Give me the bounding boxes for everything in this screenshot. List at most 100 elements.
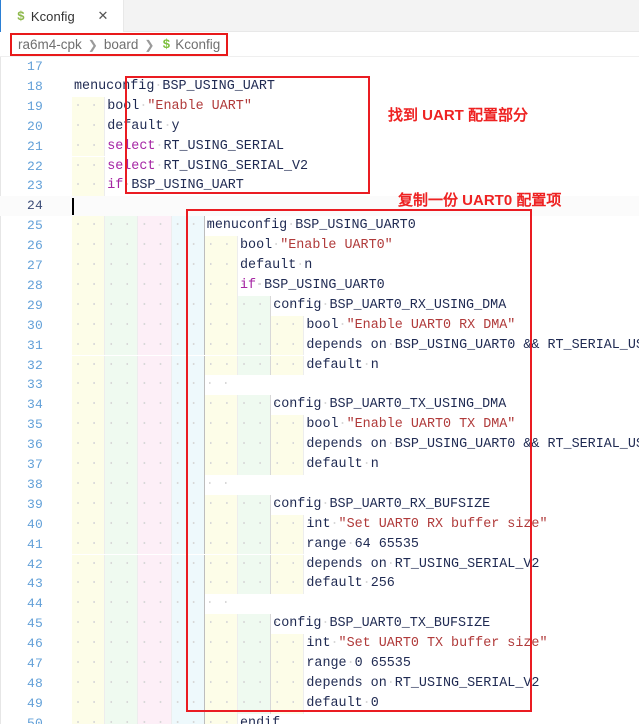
indent-guide-band: · · · · [138,395,171,415]
code-line[interactable]: 30· · · ·· · · ·· · · ·· · · ·· · · ·· ·… [0,316,639,336]
code-token: · [363,696,371,711]
indent-guide-band: · · · · [138,375,171,395]
code-text: default·n [306,455,378,475]
code-line[interactable]: 17 [0,57,639,77]
code-token: "Enable UART0 TX DMA" [347,417,516,432]
line-number: 42 [0,555,52,575]
code-line[interactable]: 18menuconfig·BSP_USING_UART [0,77,639,97]
indent-guide-band: · · · · [105,614,138,634]
code-token: n [304,258,312,273]
code-line[interactable]: 41· · · ·· · · ·· · · ·· · · ·· · · ·· ·… [0,535,639,555]
line-number: 48 [0,674,52,694]
indent-guide-band: · · · · [205,455,238,475]
indent-guide-band: · · · · [271,574,304,594]
code-line[interactable]: 38· · · ·· · · ·· · · ·· · · · [0,475,639,495]
code-line[interactable]: 47· · · ·· · · ·· · · ·· · · ·· · · ·· ·… [0,654,639,674]
code-token: · [347,656,355,671]
code-line[interactable]: 19· · · ·bool·"Enable UART" [0,97,639,117]
code-line[interactable]: 22· · · ·select·RT_USING_SERIAL_V2 [0,157,639,177]
indent-guide-band: · · · · [105,356,138,376]
code-line[interactable]: 48· · · ·· · · ·· · · ·· · · ·· · · ·· ·… [0,674,639,694]
code-line[interactable]: 33· · · ·· · · ·· · · ·· · · · [0,375,639,395]
indent-guide-band: · · · · [105,515,138,535]
code-text: depends on·RT_USING_SERIAL_V2 [306,674,539,694]
code-token: BSP_USING_UART [131,178,244,193]
code-line[interactable]: 28· · · ·· · · ·· · · ·· · · ·· · · ·if·… [0,276,639,296]
indent-guide-band: · · · · [72,574,105,594]
indent-guide-band: · · · · [138,535,171,555]
code-line[interactable]: 39· · · ·· · · ·· · · ·· · · ·· · · ·· ·… [0,495,639,515]
indent-guide-band: · · · · [138,475,171,495]
indent-guide-band: · · · · [138,515,171,535]
code-token: BSP_UART0_RX_USING_DMA [329,298,506,313]
line-number: 18 [0,77,52,97]
code-line[interactable]: 50· · · ·· · · ·· · · ·· · · ·· · · ·end… [0,714,639,724]
code-text: depends on·BSP_USING_UART0 && RT_SERIAL_… [306,336,639,356]
code-text: config·BSP_UART0_RX_BUFSIZE [273,495,490,515]
indent-guide-band: · · · · [105,594,138,614]
code-line[interactable]: 43· · · ·· · · ·· · · ·· · · ·· · · ·· ·… [0,574,639,594]
line-number: 40 [0,515,52,535]
code-line[interactable]: 29· · · ·· · · ·· · · ·· · · ·· · · ·· ·… [0,296,639,316]
indent-guide-band: · · · · [172,594,205,614]
indent-guide-band: · · · · [172,256,205,276]
code-line[interactable]: 26· · · ·· · · ·· · · ·· · · ·· · · ·boo… [0,236,639,256]
indent-guide-band: · · · · [72,296,105,316]
code-line[interactable]: 31· · · ·· · · ·· · · ·· · · ·· · · ·· ·… [0,336,639,356]
indent-guide-band: · · · · [205,415,238,435]
indent-guide-band: · · · · [172,395,205,415]
breadcrumb[interactable]: ra6m4-cpk ❯ board ❯ $ Kconfig [10,33,228,56]
close-icon[interactable]: ✕ [95,8,111,24]
code-token: 0 [371,696,379,711]
code-line[interactable]: 34· · · ·· · · ·· · · ·· · · ·· · · ·· ·… [0,395,639,415]
code-line[interactable]: 45· · · ·· · · ·· · · ·· · · ·· · · ·· ·… [0,614,639,634]
indent-guide-band: · · · · [138,674,171,694]
code-line[interactable]: 27· · · ·· · · ·· · · ·· · · ·· · · ·def… [0,256,639,276]
code-line[interactable]: 25· · · ·· · · ·· · · ·· · · ·menuconfig… [0,216,639,236]
code-line[interactable]: 46· · · ·· · · ·· · · ·· · · ·· · · ·· ·… [0,634,639,654]
chevron-right-icon: ❯ [143,38,155,52]
breadcrumb-item-folder-root[interactable]: ra6m4-cpk [18,37,82,52]
indent-guide-band: · · · · [172,654,205,674]
vscode-editor-window: $ Kconfig ✕ ra6m4-cpk ❯ board ❯ $ Kconfi… [0,0,639,724]
breadcrumb-item-folder-board[interactable]: board [104,37,139,52]
code-line[interactable]: 20· · · ·default·y [0,117,639,137]
code-line[interactable]: 36· · · ·· · · ·· · · ·· · · ·· · · ·· ·… [0,435,639,455]
code-line[interactable]: 35· · · ·· · · ·· · · ·· · · ·· · · ·· ·… [0,415,639,435]
indent-guide-band: · · · · [72,555,105,575]
code-line[interactable]: 44· · · ·· · · ·· · · ·· · · · [0,594,639,614]
code-text: default·n [306,356,378,376]
indent-guide-band: · · · · [238,535,271,555]
code-text: default·n [240,256,312,276]
code-line[interactable]: 40· · · ·· · · ·· · · ·· · · ·· · · ·· ·… [0,515,639,535]
line-number: 19 [0,97,52,117]
indent-guide-band: · · · · [238,336,271,356]
code-line[interactable]: 21· · · ·select·RT_USING_SERIAL [0,137,639,157]
code-token: bool [107,99,139,114]
code-token: "Enable UART0 RX DMA" [347,318,516,333]
code-token: "Set UART0 TX buffer size" [339,636,548,651]
indent-guide-band: · · · · [105,714,138,724]
code-token: · [347,537,355,552]
line-number: 20 [0,117,52,137]
code-editor-viewport[interactable]: 1718menuconfig·BSP_USING_UART19· · · ·bo… [0,57,639,724]
code-line[interactable]: 37· · · ·· · · ·· · · ·· · · ·· · · ·· ·… [0,455,639,475]
code-token: default [306,457,362,472]
indent-guide-band: · · · · [172,356,205,376]
indent-guide-band: · · · · [205,316,238,336]
code-text: int·"Set UART0 RX buffer size" [306,515,547,535]
indent-guide-band: · · · · [138,316,171,336]
indent-guide-band: · · · · [238,634,271,654]
chevron-right-icon: ❯ [87,38,99,52]
code-token: RT_USING_SERIAL [163,139,284,154]
indent-guide-band: · · · · [138,415,171,435]
indent-guide-band: · · · · [172,714,205,724]
code-line[interactable]: 49· · · ·· · · ·· · · ·· · · ·· · · ·· ·… [0,694,639,714]
breadcrumb-item-file-kconfig[interactable]: Kconfig [175,37,220,52]
line-number: 21 [0,137,52,157]
code-line[interactable]: 42· · · ·· · · ·· · · ·· · · ·· · · ·· ·… [0,555,639,575]
editor-tab-kconfig[interactable]: $ Kconfig ✕ [1,0,124,32]
code-line[interactable]: 32· · · ·· · · ·· · · ·· · · ·· · · ·· ·… [0,356,639,376]
code-token: bool [306,417,338,432]
indent-guide-band: · · · · [105,316,138,336]
